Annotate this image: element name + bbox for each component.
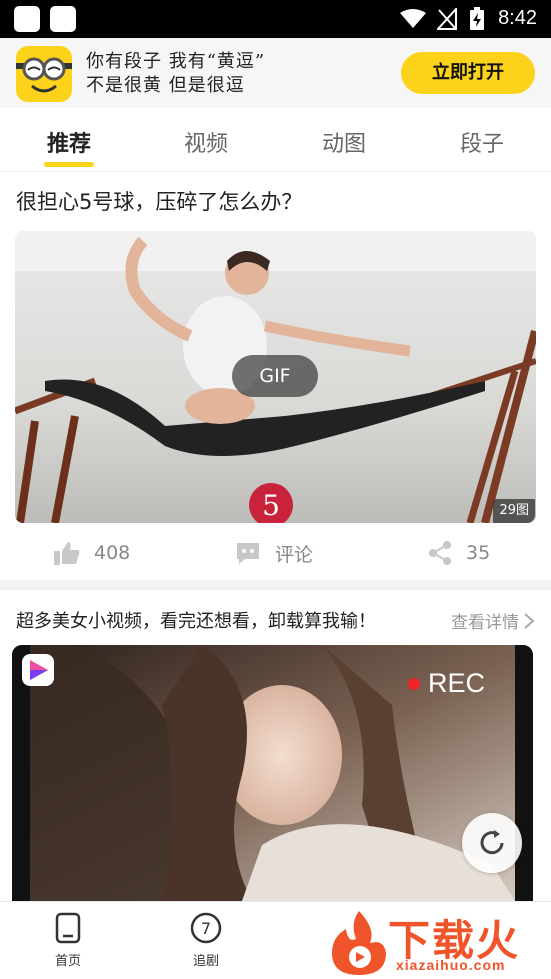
tab-recommended[interactable]: 推荐: [19, 126, 119, 158]
banner-slogan: 你有段子 我有“黄逗” 不是很黄 但是很逗: [86, 51, 266, 96]
app-logo: [16, 46, 72, 102]
goggles-face-icon: [16, 57, 72, 93]
tab-jokes[interactable]: 段子: [432, 126, 532, 158]
play-icon: [30, 660, 48, 680]
nav-home[interactable]: 首页: [38, 912, 98, 969]
comment-button[interactable]: 评论: [235, 530, 313, 576]
tab-video[interactable]: 视频: [156, 126, 256, 158]
watermark-logo: 下载火 xiazaihuo.com: [326, 903, 551, 979]
refresh-icon: [480, 830, 504, 855]
share-button[interactable]: 35: [428, 530, 490, 576]
image-count-badge: 29图: [493, 499, 535, 523]
ad-post-title[interactable]: 超多美女小视频，看完还想看，卸载算我输！: [16, 607, 376, 633]
gif-badge: GIF: [232, 355, 318, 397]
wifi-icon: [400, 9, 426, 28]
comment-icon: [237, 543, 259, 564]
post-title[interactable]: 很担心5号球，压碎了怎么办？: [16, 186, 302, 216]
like-count: 408: [94, 542, 131, 564]
nav-drama[interactable]: 7 追剧: [176, 912, 236, 969]
flame-logo-icon: [332, 911, 386, 975]
drama-icon: 7: [190, 912, 222, 944]
battery-icon: [470, 7, 484, 30]
record-dot-icon: [408, 677, 420, 690]
signal-icon: [437, 8, 457, 30]
tab-gif[interactable]: 动图: [294, 126, 394, 158]
active-tab-indicator: [44, 162, 94, 167]
thumbs-up-icon: [54, 542, 80, 565]
svg-text:7: 7: [201, 919, 211, 938]
open-app-button[interactable]: 立即打开: [401, 52, 535, 94]
share-icon: [429, 541, 451, 565]
chevron-right-icon: [524, 612, 535, 629]
clock: 8:42: [498, 7, 537, 29]
svg-text:5: 5: [262, 489, 280, 522]
section-divider: [0, 580, 551, 590]
rec-indicator: REC: [408, 668, 485, 699]
share-count: 35: [466, 542, 491, 564]
video-app-logo: [22, 654, 54, 686]
status-bar: 8:42: [0, 0, 551, 38]
watermark-url: xiazaihuo.com: [396, 957, 506, 973]
refresh-button[interactable]: [462, 813, 522, 873]
comment-label: 评论: [275, 543, 314, 566]
post-actions: 408 评论 35: [0, 530, 551, 576]
notification-icon: [14, 6, 40, 32]
home-icon: [55, 912, 81, 944]
view-details-link[interactable]: 查看详情: [451, 608, 535, 633]
like-button[interactable]: 408: [54, 530, 130, 576]
notification-icon: [50, 6, 76, 32]
app-promo-banner[interactable]: 你有段子 我有“黄逗” 不是很黄 但是很逗 立即打开: [0, 38, 551, 108]
